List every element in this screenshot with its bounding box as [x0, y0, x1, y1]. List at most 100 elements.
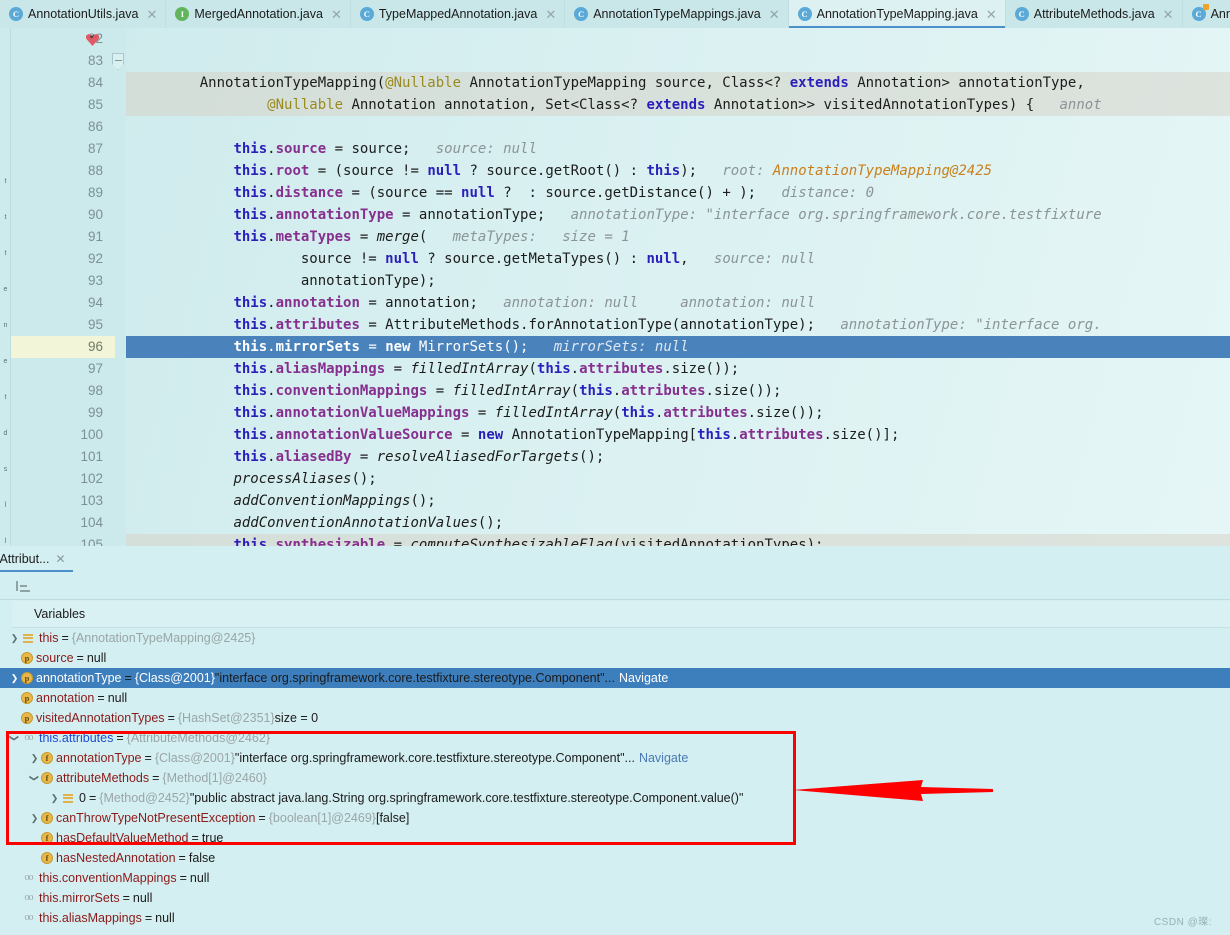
debug-tab-label: tAttribut...	[0, 552, 50, 566]
line-number: 94	[87, 295, 103, 310]
field-icon: f	[41, 832, 53, 844]
editor-tab-typemappedannotation[interactable]: C TypeMappedAnnotation.java ✕	[350, 0, 566, 28]
code-line[interactable]: this.distance = (source == null ? : sour…	[126, 182, 1230, 204]
field-icon: f	[41, 812, 53, 824]
layout-settings-icon[interactable]	[16, 580, 30, 592]
variable-row[interactable]: ❯ f canThrowTypeNotPresentException = {boole…	[0, 808, 1230, 828]
variable-equals: =	[116, 731, 124, 745]
variable-row[interactable]: ❯ this = {AnnotationTypeMapping@2425}	[0, 628, 1230, 648]
chevron-down-icon[interactable]: ❯	[25, 772, 45, 785]
variable-equals: =	[124, 671, 132, 685]
editor-tab-annotationutils[interactable]: C AnnotationUtils.java ✕	[0, 0, 167, 28]
param-icon: p	[21, 672, 33, 684]
variable-row[interactable]: oo this.aliasMappings = null	[0, 908, 1230, 928]
editor-tab-ann[interactable]: C Ann	[1182, 0, 1230, 28]
chevron-right-icon[interactable]: ❯	[28, 748, 41, 768]
chevron-right-icon[interactable]: ❯	[28, 808, 41, 828]
code-line[interactable]: this.root = (source != null ? source.get…	[126, 160, 1230, 182]
code-line[interactable]: this.annotationValueSource = new Annotat…	[126, 424, 1230, 446]
variable-equals: =	[61, 631, 69, 645]
code-line[interactable]: this.annotationValueMappings = filledInt…	[126, 402, 1230, 424]
variable-row[interactable]: ❯ f annotationType = {Class@2001} "interface…	[0, 748, 1230, 768]
editor-tab-annotationtypemappings[interactable]: C AnnotationTypeMappings.java ✕	[565, 0, 789, 28]
variable-row[interactable]: ❯ p annotationType = {Class@2001} "interface…	[0, 668, 1230, 688]
editor-tab-annotationtypemapping[interactable]: C AnnotationTypeMapping.java ✕	[788, 0, 1006, 28]
close-icon[interactable]: ✕	[143, 8, 157, 21]
variable-value: null	[155, 911, 175, 925]
code-line[interactable]: source != null ? source.getMetaTypes() :…	[126, 248, 1230, 270]
class-icon: C	[1014, 7, 1029, 21]
editor-tab-mergedannotation[interactable]: I MergedAnnotation.java ✕	[166, 0, 351, 28]
chevron-right-icon[interactable]: ❯	[48, 788, 61, 808]
line-number: 99	[87, 405, 103, 420]
code-line[interactable]: addConventionAnnotationValues();	[126, 512, 1230, 534]
variable-name: visitedAnnotationTypes	[36, 711, 165, 725]
code-line[interactable]: this.annotationType = annotationType; an…	[126, 204, 1230, 226]
variable-row[interactable]: ❯ oo this.attributes = {AttributeMethods@246…	[0, 728, 1230, 748]
variable-row[interactable]: f hasDefaultValueMethod = true	[0, 828, 1230, 848]
chevron-right-icon[interactable]: ❯	[8, 628, 21, 648]
variable-type: {Method@2452}	[99, 791, 190, 805]
code-line[interactable]: processAliases();	[126, 468, 1230, 490]
variables-tree[interactable]: ❯ this = {AnnotationTypeMapping@2425} p sour…	[0, 628, 1230, 935]
field-ref-icon: oo	[24, 912, 34, 923]
variable-row[interactable]: f hasNestedAnnotation = false	[0, 848, 1230, 868]
variable-name: this.aliasMappings	[39, 911, 142, 925]
close-icon[interactable]: ✕	[328, 8, 342, 21]
code-line[interactable]	[126, 50, 1230, 72]
code-line[interactable]: this.annotation = annotation; annotation…	[126, 292, 1230, 314]
code-line[interactable]: @Nullable Annotation annotation, Set<Cla…	[126, 94, 1230, 116]
close-icon[interactable]: ✕	[1160, 8, 1174, 21]
debug-tab-attributemethods[interactable]: tAttribut... ✕	[0, 546, 73, 572]
line-number: 88	[87, 163, 103, 178]
variable-row[interactable]: p annotation = null	[0, 688, 1230, 708]
navigate-link[interactable]: Navigate	[615, 668, 668, 688]
code-line[interactable]: this.attributes = AttributeMethods.forAn…	[126, 314, 1230, 336]
variable-row[interactable]: ❯ 0 = {Method@2452} "public abstract java.l…	[0, 788, 1230, 808]
line-number: 90	[87, 207, 103, 222]
code-line[interactable]	[126, 116, 1230, 138]
variable-row[interactable]: ❯ f attributeMethods = {Method[1]@2460}	[0, 768, 1230, 788]
variable-equals: =	[88, 791, 97, 805]
variable-name: annotationType	[36, 671, 122, 685]
code-editor[interactable]: tttenetdsll 828384 AnnotationTypeMapping…	[0, 28, 1230, 546]
navigate-link[interactable]: Navigate	[635, 748, 688, 768]
code-line[interactable]: addConventionMappings();	[126, 490, 1230, 512]
variable-row[interactable]: oo this.conventionMappings = null	[0, 868, 1230, 888]
close-icon[interactable]: ✕	[766, 8, 780, 21]
code-line[interactable]: this.aliasMappings = filledIntArray(this…	[126, 358, 1230, 380]
close-icon[interactable]: ✕	[983, 8, 997, 21]
close-icon[interactable]: ✕	[56, 552, 66, 566]
variable-name: hasNestedAnnotation	[56, 851, 176, 865]
code-lines: 82 83 84 AnnotationTypeMapping(@Nullable A…	[0, 28, 1230, 546]
variable-value: null	[107, 691, 128, 705]
variable-type: {HashSet@2351}	[177, 711, 275, 725]
variable-row[interactable]: p visitedAnnotationTypes = {HashSet@2351} s…	[0, 708, 1230, 728]
line-number: 86	[87, 119, 103, 134]
field-ref-icon: oo	[24, 892, 34, 903]
close-icon[interactable]: ✕	[542, 8, 556, 21]
code-line[interactable]: this.mirrorSets = new MirrorSets(); mirr…	[126, 336, 1230, 358]
variable-type: {boolean[1]@2469}	[268, 811, 376, 825]
editor-tab-attributemethods[interactable]: C AttributeMethods.java ✕	[1005, 0, 1183, 28]
code-line[interactable]: this.metaTypes = merge( metaTypes: size …	[126, 226, 1230, 248]
variable-name: attributeMethods	[56, 771, 150, 785]
code-line[interactable]: this.aliasedBy = resolveAliasedForTarget…	[126, 446, 1230, 468]
chevron-down-icon[interactable]: ❯	[5, 732, 25, 745]
param-icon: p	[21, 692, 33, 704]
chevron-right-icon[interactable]: ❯	[8, 668, 21, 688]
code-line[interactable]: this.synthesizable = computeSynthesizabl…	[126, 534, 1230, 546]
line-number: 89	[87, 185, 103, 200]
code-line[interactable]: this.conventionMappings = filledIntArray…	[126, 380, 1230, 402]
variable-type: {Class@2001}	[154, 751, 235, 765]
code-line[interactable]: this.source = source; source: null	[126, 138, 1230, 160]
code-line[interactable]: annotationType);	[126, 270, 1230, 292]
variable-name: this.mirrorSets	[39, 891, 120, 905]
code-line[interactable]: AnnotationTypeMapping(@Nullable Annotati…	[126, 72, 1230, 94]
variable-row[interactable]: p source = null	[0, 648, 1230, 668]
variable-row[interactable]: oo this.mirrorSets = null	[0, 888, 1230, 908]
variables-header: Variables	[12, 601, 1230, 628]
variable-type: {Class@2001}	[134, 671, 215, 685]
line-number: 82	[11, 28, 115, 50]
code-line[interactable]	[126, 28, 1230, 50]
